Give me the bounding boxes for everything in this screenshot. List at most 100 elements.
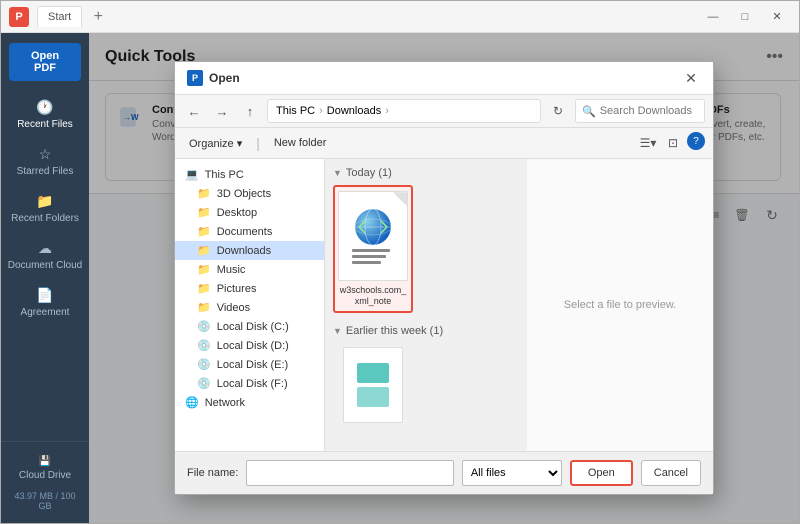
- title-bar: P Start + — □ ✕: [1, 1, 799, 33]
- minimize-button[interactable]: —: [699, 7, 727, 27]
- forward-button[interactable]: →: [211, 100, 233, 122]
- file-item-teal-doc[interactable]: [333, 343, 413, 431]
- tree-item-pictures[interactable]: 📁 Pictures: [175, 279, 324, 298]
- open-button[interactable]: Open: [570, 460, 633, 486]
- tree-item-desktop[interactable]: 📁 Desktop: [175, 203, 324, 222]
- dialog-title-bar: P Open ✕: [175, 62, 713, 95]
- new-folder-button[interactable]: New folder: [268, 135, 333, 151]
- 3d-objects-icon: 📁: [197, 187, 211, 200]
- breadcrumb-sep-2: ›: [385, 105, 389, 117]
- 3d-objects-label: 3D Objects: [217, 188, 271, 200]
- globe-icon: [355, 209, 391, 245]
- tree-item-this-pc[interactable]: 💻 This PC: [175, 165, 324, 184]
- file-thumb-xml-note: [338, 191, 408, 281]
- recent-files-icon: 🕐: [36, 99, 53, 116]
- this-pc-label: This PC: [205, 169, 244, 181]
- teal-doc-content: [344, 348, 402, 422]
- sidebar-item-document-cloud[interactable]: ☁ Document Cloud: [1, 232, 89, 279]
- tree-item-local-e[interactable]: 💿 Local Disk (E:): [175, 355, 324, 374]
- this-pc-icon: 💻: [185, 168, 199, 181]
- dialog-nav: ← → ↑ This PC › Downloads › ↻ 🔍: [175, 95, 713, 128]
- cancel-button[interactable]: Cancel: [641, 460, 701, 486]
- downloads-label: Downloads: [217, 245, 271, 257]
- tree-item-music[interactable]: 📁 Music: [175, 260, 324, 279]
- sidebar-bottom: 💾 Cloud Drive 43.97 MB / 100 GB: [1, 441, 89, 523]
- pictures-label: Pictures: [217, 283, 257, 295]
- right-panel: Quick Tools ••• →W Convert PDF Convert P…: [89, 33, 799, 523]
- sidebar-item-recent-files[interactable]: 🕐 Recent Files: [1, 91, 89, 138]
- view-menu-button[interactable]: ☰▾: [637, 132, 659, 154]
- file-tree: 💻 This PC 📁 3D Objects 📁 Desktop: [175, 159, 325, 451]
- local-f-icon: 💿: [197, 377, 211, 390]
- local-e-icon: 💿: [197, 358, 211, 371]
- documents-icon: 📁: [197, 225, 211, 238]
- file-list: Today (1): [325, 159, 527, 451]
- recent-folders-icon: 📁: [36, 193, 53, 210]
- up-button[interactable]: ↑: [239, 100, 261, 122]
- preview-toggle-button[interactable]: ⊡: [662, 132, 684, 154]
- local-d-label: Local Disk (D:): [217, 340, 289, 352]
- tree-item-network[interactable]: 🌐 Network: [175, 393, 324, 412]
- search-dialog-input[interactable]: [600, 105, 700, 117]
- app-icon: P: [9, 7, 29, 27]
- dialog-close-button[interactable]: ✕: [681, 68, 701, 88]
- dialog-body: 💻 This PC 📁 3D Objects 📁 Desktop: [175, 159, 713, 452]
- sidebar: Open PDF 🕐 Recent Files ☆ Starred Files …: [1, 33, 89, 523]
- music-label: Music: [217, 264, 246, 276]
- breadcrumb-downloads: Downloads: [327, 105, 381, 117]
- filename-label: File name:: [187, 467, 238, 479]
- refresh-location-button[interactable]: ↻: [547, 100, 569, 122]
- dialog-toolbar: Organize ▾ | New folder ☰▾ ⊡ ?: [175, 128, 713, 159]
- local-c-label: Local Disk (C:): [217, 321, 289, 333]
- app-window: P Start + — □ ✕ Open PDF 🕐 Recent Files …: [0, 0, 800, 524]
- local-e-label: Local Disk (E:): [217, 359, 289, 371]
- file-thumb-teal-doc: [343, 347, 403, 423]
- file-item-xml-note[interactable]: w3schools.com_xml_note: [333, 185, 413, 313]
- app-tab[interactable]: Start: [37, 6, 82, 27]
- breadcrumb[interactable]: This PC › Downloads ›: [267, 99, 541, 123]
- videos-icon: 📁: [197, 301, 211, 314]
- earlier-files: [333, 343, 519, 431]
- open-pdf-button[interactable]: Open PDF: [9, 43, 81, 81]
- sidebar-item-agreement-label: Agreement: [21, 307, 70, 318]
- sidebar-item-agreement[interactable]: 📄 Agreement: [1, 279, 89, 326]
- file-content-lines: [348, 249, 398, 264]
- close-button[interactable]: ✕: [763, 7, 791, 27]
- organize-button[interactable]: Organize ▾: [183, 135, 248, 152]
- dialog-backdrop: P Open ✕ ← → ↑ This PC › Downloads: [89, 33, 799, 523]
- document-cloud-icon: ☁: [38, 240, 52, 257]
- sidebar-item-recent-folders[interactable]: 📁 Recent Folders: [1, 185, 89, 232]
- pictures-icon: 📁: [197, 282, 211, 295]
- sidebar-item-starred-files-label: Starred Files: [17, 166, 74, 177]
- videos-label: Videos: [217, 302, 250, 314]
- music-icon: 📁: [197, 263, 211, 276]
- tree-item-local-c[interactable]: 💿 Local Disk (C:): [175, 317, 324, 336]
- filetype-select[interactable]: All files: [462, 460, 562, 486]
- view-controls: ☰▾ ⊡ ?: [637, 132, 705, 154]
- dialog-footer: File name: All files Open Cancel: [175, 452, 713, 494]
- tree-item-videos[interactable]: 📁 Videos: [175, 298, 324, 317]
- tree-item-downloads[interactable]: 📁 Downloads: [175, 241, 324, 260]
- search-dialog-box: 🔍: [575, 99, 705, 123]
- dialog-title: P Open: [187, 70, 240, 86]
- network-label: Network: [205, 397, 245, 409]
- sidebar-item-document-cloud-label: Document Cloud: [8, 260, 82, 271]
- tree-item-local-d[interactable]: 💿 Local Disk (D:): [175, 336, 324, 355]
- add-tab-button[interactable]: +: [86, 5, 110, 29]
- help-button[interactable]: ?: [687, 132, 705, 150]
- sidebar-item-cloud-drive[interactable]: 💾 Cloud Drive: [5, 450, 85, 487]
- filename-input[interactable]: [246, 460, 453, 486]
- breadcrumb-sep-1: ›: [319, 105, 323, 117]
- dialog-app-icon: P: [187, 70, 203, 86]
- main-content: Open PDF 🕐 Recent Files ☆ Starred Files …: [1, 33, 799, 523]
- back-button[interactable]: ←: [183, 100, 205, 122]
- preview-text: Select a file to preview.: [564, 299, 677, 311]
- open-dialog: P Open ✕ ← → ↑ This PC › Downloads: [174, 61, 714, 495]
- desktop-icon: 📁: [197, 206, 211, 219]
- documents-label: Documents: [217, 226, 273, 238]
- sidebar-item-starred-files[interactable]: ☆ Starred Files: [1, 138, 89, 185]
- tree-item-documents[interactable]: 📁 Documents: [175, 222, 324, 241]
- tree-item-3d-objects[interactable]: 📁 3D Objects: [175, 184, 324, 203]
- maximize-button[interactable]: □: [731, 7, 759, 27]
- tree-item-local-f[interactable]: 💿 Local Disk (F:): [175, 374, 324, 393]
